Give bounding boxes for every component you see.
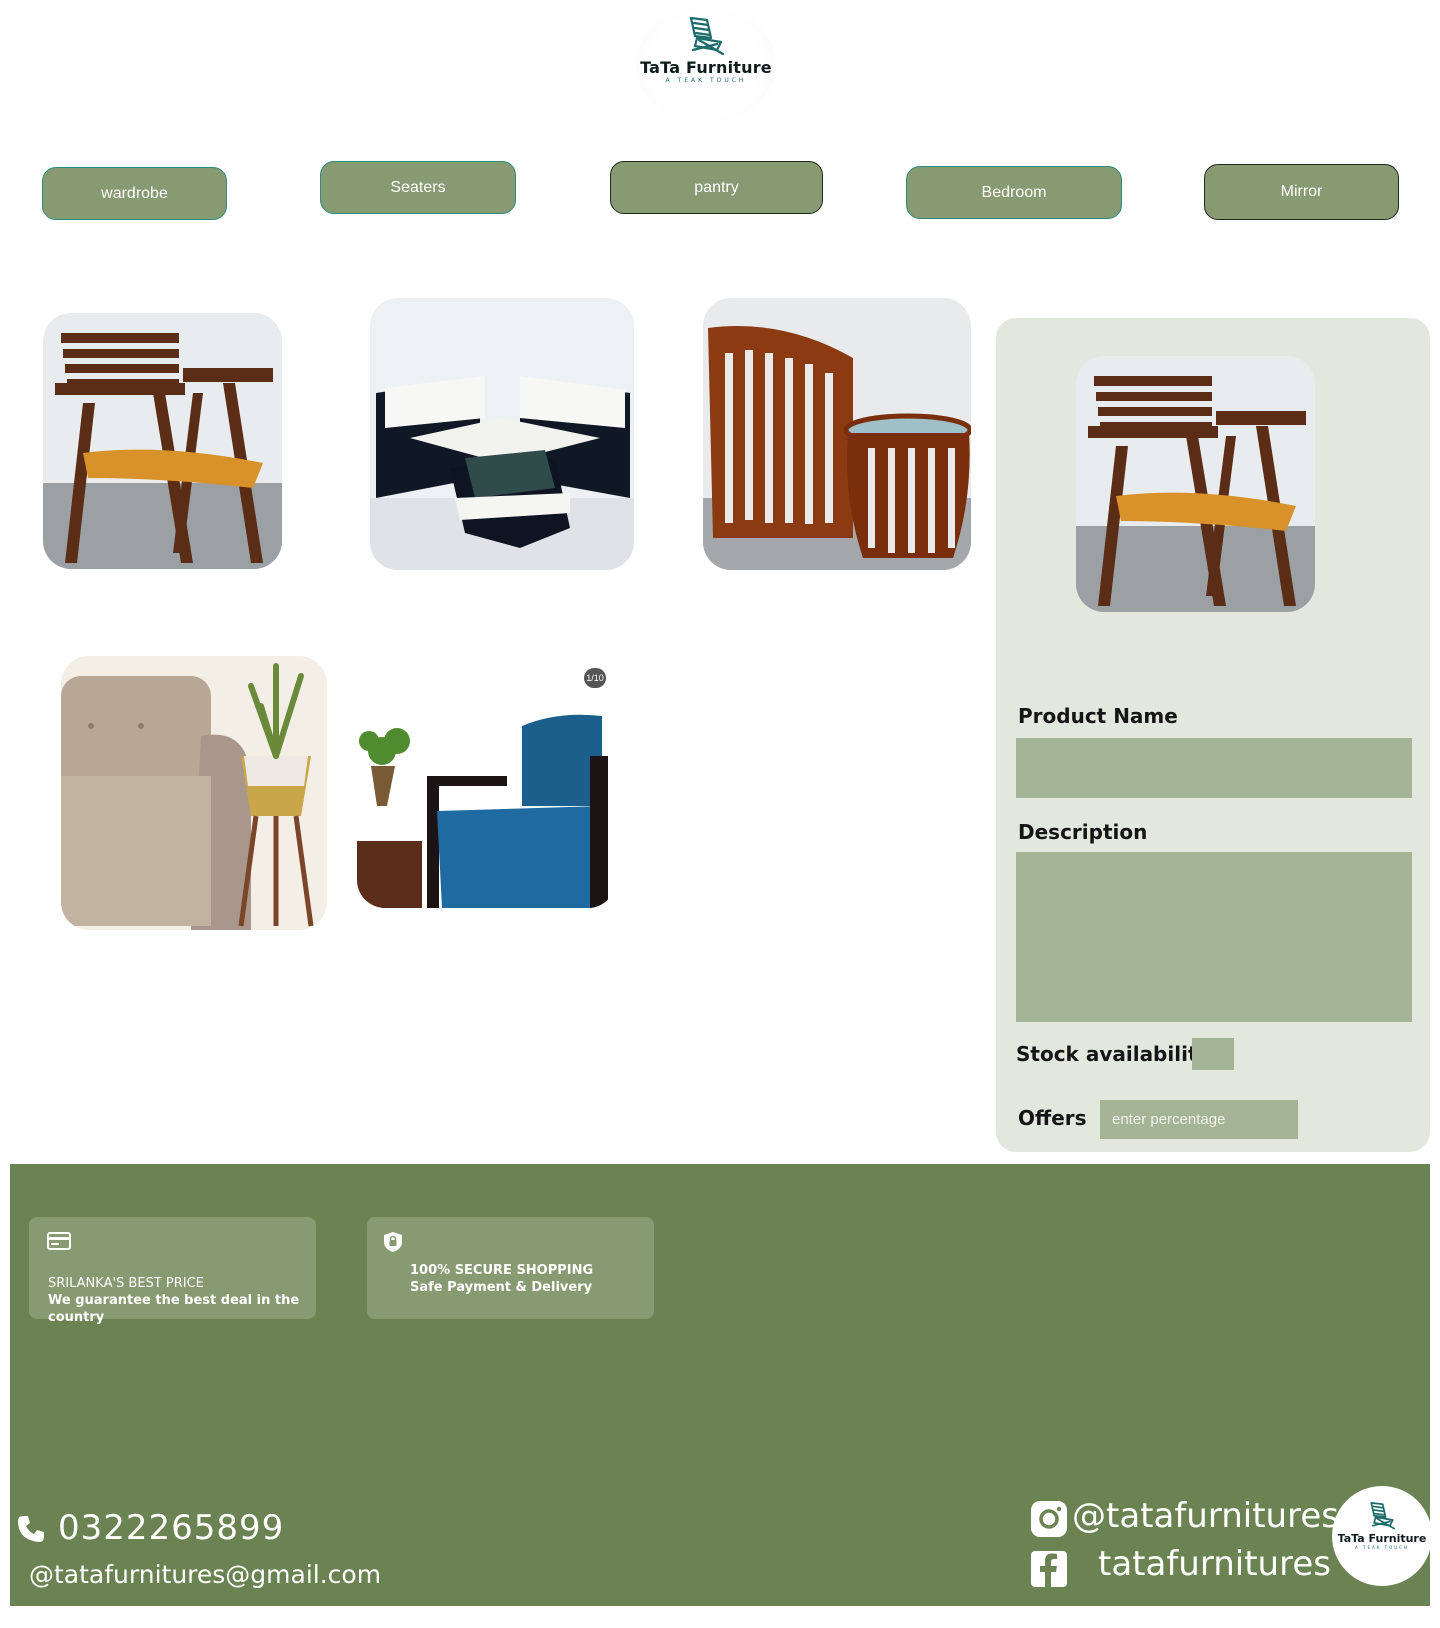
secure-shopping-title: 100% SECURE SHOPPING — [410, 1263, 594, 1278]
blue-chair-image — [357, 656, 616, 908]
teak-armchair-image — [43, 313, 282, 569]
category-button-mirror[interactable]: Mirror — [1204, 164, 1399, 220]
teak-chair-table-image — [703, 298, 971, 570]
secure-shopping-text: Safe Payment & Delivery — [410, 1280, 593, 1295]
instagram-handle[interactable]: @tatafurnitures — [1072, 1496, 1339, 1536]
product-tile-beige-sofa[interactable] — [61, 656, 327, 930]
best-price-title: SRILANKA'S BEST PRICE — [48, 1276, 204, 1291]
brand-tagline: A TEAK TOUCH — [665, 77, 747, 84]
product-tile-teak-chair-and-table[interactable] — [703, 298, 971, 570]
teak-armchair-preview-image — [1076, 356, 1315, 612]
site-footer: SRILANKA'S BEST PRICE We guarantee the b… — [10, 1164, 1432, 1606]
product-tile-blue-accent-chair[interactable]: 1/10 — [357, 656, 616, 908]
email-address[interactable]: @tatafurnitures@gmail.com — [29, 1560, 381, 1589]
shield-lock-icon — [384, 1232, 402, 1252]
product-name-input[interactable] — [1016, 738, 1412, 798]
product-tile-teak-armchair[interactable] — [43, 313, 282, 569]
secure-shopping-badge: 100% SECURE SHOPPING Safe Payment & Deli… — [367, 1217, 654, 1319]
footer-logo[interactable]: TaTa Furniture A TEAK TOUCH — [1332, 1486, 1432, 1586]
category-button-pantry[interactable]: pantry — [610, 161, 823, 214]
image-counter-badge: 1/10 — [584, 668, 606, 688]
corner-sofa-image — [370, 298, 634, 570]
best-price-badge: SRILANKA'S BEST PRICE We guarantee the b… — [29, 1217, 316, 1325]
best-price-text: We guarantee the best deal in the countr… — [48, 1293, 300, 1325]
phone-icon — [18, 1516, 44, 1542]
product-form-panel: Product Name Description Stock availabil… — [996, 318, 1430, 1152]
card-icon — [47, 1232, 71, 1250]
brand-logo[interactable]: TaTa Furniture A TEAK TOUCH — [636, 6, 776, 124]
category-button-bedroom[interactable]: Bedroom — [906, 166, 1122, 219]
facebook-icon[interactable] — [1030, 1550, 1068, 1588]
description-textarea[interactable] — [1016, 852, 1412, 1022]
facebook-handle[interactable]: tatafurnitures — [1098, 1544, 1331, 1584]
stock-availability-checkbox[interactable] — [1192, 1038, 1234, 1070]
product-tile-corner-sofa-set[interactable] — [370, 298, 634, 570]
footer-brand-tagline: A TEAK TOUCH — [1355, 1545, 1409, 1550]
category-button-wardrobe[interactable]: wardrobe — [42, 167, 227, 220]
instagram-icon[interactable] — [1030, 1500, 1068, 1538]
stock-availability-label: Stock availability — [1016, 1042, 1211, 1066]
description-label: Description — [1018, 820, 1148, 844]
product-name-label: Product Name — [1018, 704, 1178, 728]
brand-name: TaTa Furniture — [640, 58, 772, 77]
offers-label: Offers — [1018, 1106, 1087, 1130]
chair-logo-small-icon — [1370, 1502, 1396, 1530]
category-button-seaters[interactable]: Seaters — [320, 161, 516, 214]
beige-sofa-image — [61, 656, 327, 930]
footer-brand-name: TaTa Furniture — [1337, 1532, 1427, 1545]
phone-number[interactable]: 0322265899 — [58, 1508, 284, 1548]
chair-logo-icon — [689, 16, 725, 56]
selected-product-preview — [1076, 356, 1315, 612]
offers-percentage-input[interactable] — [1100, 1100, 1298, 1139]
